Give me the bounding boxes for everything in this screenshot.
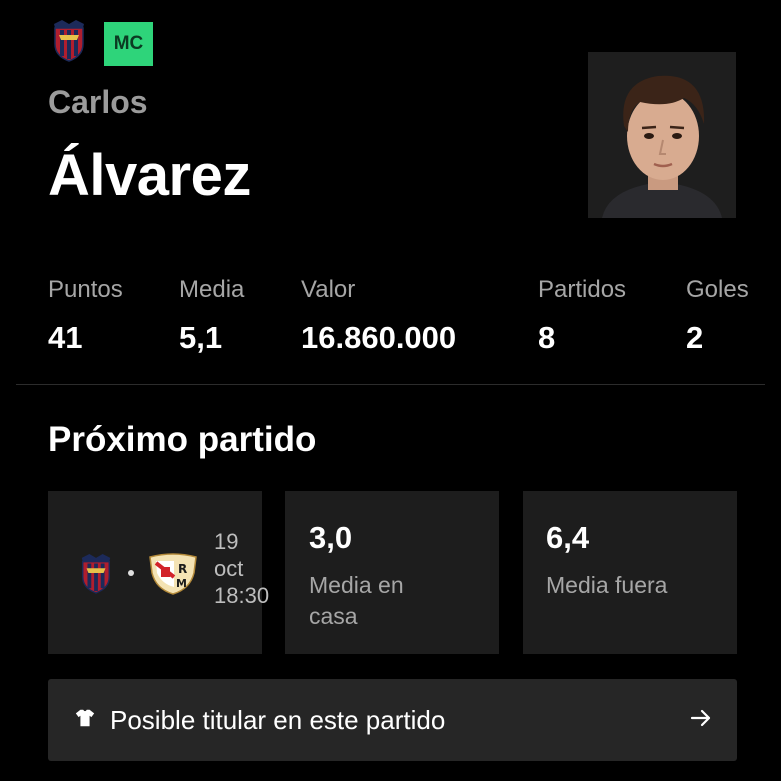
stat-label-valor: Valor — [301, 276, 356, 303]
shirt-icon — [74, 707, 96, 734]
stat-label-media: Media — [179, 276, 245, 303]
svg-text:M: M — [176, 577, 187, 590]
arrow-right-icon — [689, 706, 713, 735]
stat-value-valor: 16.860.000 — [301, 320, 457, 355]
position-badge: MC — [104, 22, 153, 66]
possible-starter-label: Posible titular en este partido — [110, 704, 446, 735]
stat-label-partidos: Partidos — [538, 276, 627, 303]
player-first-name: Carlos — [48, 84, 148, 120]
club-crest-icon[interactable] — [50, 18, 88, 62]
home-average-value: 3,0 — [309, 520, 353, 555]
stat-value-puntos: 41 — [48, 320, 83, 355]
possible-starter-button[interactable]: Posible titular en este partido — [48, 679, 737, 761]
player-photo — [588, 52, 736, 218]
away-average-label: Media fuera — [546, 572, 668, 598]
levante-crest-icon — [78, 551, 114, 595]
svg-text:R: R — [178, 562, 187, 576]
stat-value-media: 5,1 — [179, 320, 223, 355]
divider — [16, 384, 765, 385]
away-average-value: 6,4 — [546, 520, 590, 555]
home-average-label: Media en casa — [309, 572, 404, 629]
section-title-next-match: Próximo partido — [48, 420, 317, 459]
stat-value-goles: 2 — [686, 320, 704, 355]
stat-label-puntos: Puntos — [48, 276, 123, 303]
rayo-vallecano-crest-icon: R M — [148, 551, 198, 595]
stat-value-partidos: 8 — [538, 320, 556, 355]
separator-dot — [128, 570, 134, 576]
player-last-name: Álvarez — [48, 143, 251, 208]
match-date: 19 oct 18:30 — [214, 529, 270, 608]
stat-label-goles: Goles — [686, 276, 749, 303]
